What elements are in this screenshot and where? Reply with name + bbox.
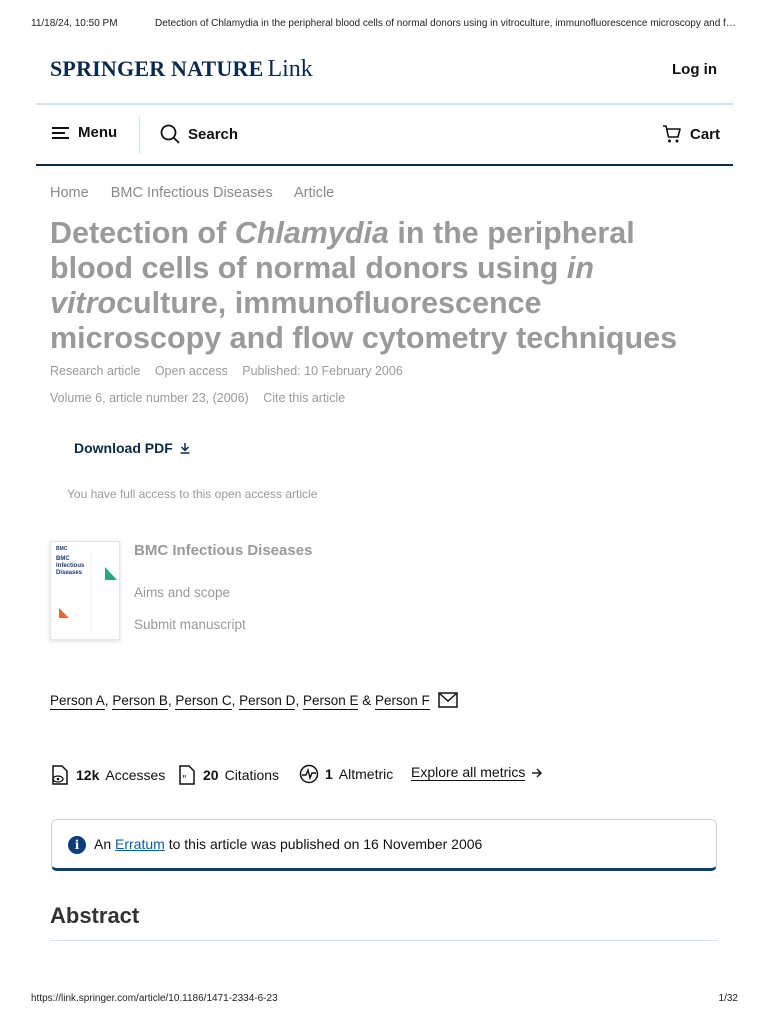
article-volume-row: Volume 6, article number 23, (2006) Cite… <box>50 391 356 405</box>
print-page-number: 1/32 <box>718 993 738 1004</box>
info-icon: i <box>68 836 86 854</box>
author-link[interactable]: Person A <box>50 693 105 710</box>
print-url: https://link.springer.com/article/10.118… <box>31 993 278 1004</box>
email-icon[interactable] <box>437 692 458 708</box>
article-type: Research article <box>50 364 141 378</box>
logo-link-text: Link <box>267 56 313 82</box>
citations-label: Citations <box>224 767 280 783</box>
author-link[interactable]: Person B <box>112 693 168 710</box>
altmetric-value: 1 <box>325 766 333 782</box>
open-access-label: Open access <box>154 364 228 378</box>
menu-label: Menu <box>78 124 118 141</box>
altmetric-metric: 1 Altmetric <box>299 764 393 784</box>
breadcrumb-home[interactable]: Home <box>50 185 89 201</box>
published-date: Published: 10 February 2006 <box>242 364 403 378</box>
citations-value: 20 <box>203 767 219 783</box>
citations-metric: " 20 Citations <box>177 764 279 786</box>
erratum-notice: i An Erratum to this article was publish… <box>51 819 717 871</box>
article-title: Detection of Chlamydia in the peripheral… <box>50 216 710 356</box>
cart-icon <box>663 125 681 143</box>
author-link[interactable]: Person C <box>175 693 232 710</box>
nav-separator <box>139 116 140 154</box>
access-note: You have full access to this open access… <box>67 487 318 501</box>
author-list: Person A, Person B, Person C, Person D, … <box>50 687 710 715</box>
nav-divider <box>36 164 733 166</box>
cart-button[interactable]: Cart <box>662 124 720 144</box>
menu-button[interactable]: Menu <box>52 124 117 141</box>
erratum-link[interactable]: Erratum <box>115 836 165 852</box>
altmetric-icon <box>299 764 319 784</box>
title-italic-1: Chlamydia <box>234 216 389 250</box>
search-icon <box>160 124 180 144</box>
abstract-heading: Abstract <box>50 903 140 928</box>
title-text-3: culture, immunofluorescence microscopy a… <box>50 286 678 355</box>
download-icon <box>180 443 190 454</box>
cover-artwork <box>59 552 117 632</box>
erratum-text: An Erratum to this article was published… <box>94 836 482 852</box>
accesses-metric: 12k Accesses <box>50 764 165 786</box>
author-link[interactable]: Person F <box>375 693 430 710</box>
explore-label: Explore all metrics <box>411 764 526 781</box>
breadcrumb: Home BMC Infectious Diseases Article <box>50 185 352 201</box>
print-doc-title: Detection of Chlamydia in the peripheral… <box>155 18 736 29</box>
login-link[interactable]: Log in <box>672 61 717 78</box>
erratum-suffix: to this article was published on 16 Nove… <box>164 836 483 852</box>
aims-scope-link[interactable]: Aims and scope <box>134 585 230 600</box>
submit-manuscript-link[interactable]: Submit manuscript <box>134 617 246 632</box>
accesses-icon <box>52 765 68 785</box>
breadcrumb-journal[interactable]: BMC Infectious Diseases <box>111 185 273 201</box>
accesses-label: Accesses <box>105 767 166 783</box>
explore-metrics-link[interactable]: Explore all metrics <box>411 764 543 781</box>
citations-icon: " <box>179 765 195 785</box>
author-sep: , <box>295 693 303 708</box>
author-link[interactable]: Person D <box>239 693 296 710</box>
download-pdf-button[interactable]: Download PDF <box>74 440 191 456</box>
springer-nature-link-logo[interactable]: SPRINGER NATURE Link <box>50 56 313 83</box>
journal-cover-image[interactable]: BMC BMC Infectious Diseases <box>50 541 120 640</box>
search-button[interactable]: Search <box>160 124 238 144</box>
arrow-right-icon <box>532 768 543 777</box>
altmetric-label: Altmetric <box>338 766 394 782</box>
author-sep-last: & <box>358 693 375 708</box>
author-link[interactable]: Person E <box>302 693 359 710</box>
journal-name-link[interactable]: BMC Infectious Diseases <box>134 542 312 559</box>
hamburger-icon <box>52 126 69 139</box>
header-divider <box>36 103 733 105</box>
article-meta: Research article Open access Published: … <box>50 364 414 378</box>
cart-label: Cart <box>690 125 721 143</box>
erratum-prefix: An <box>94 836 116 852</box>
search-label: Search <box>188 125 239 143</box>
logo-brand-text: SPRINGER NATURE <box>50 56 264 81</box>
cite-link[interactable]: Cite this article <box>263 391 345 405</box>
breadcrumb-article[interactable]: Article <box>294 185 334 201</box>
accesses-value: 12k <box>76 767 100 783</box>
abstract-divider <box>50 940 718 941</box>
download-label: Download PDF <box>74 440 173 456</box>
title-text-1: Detection of <box>50 216 235 250</box>
print-datetime: 11/18/24, 10:50 PM <box>31 18 118 29</box>
svg-text:": " <box>182 774 187 785</box>
volume-info: Volume 6, article number 23, (2006) <box>50 391 249 405</box>
